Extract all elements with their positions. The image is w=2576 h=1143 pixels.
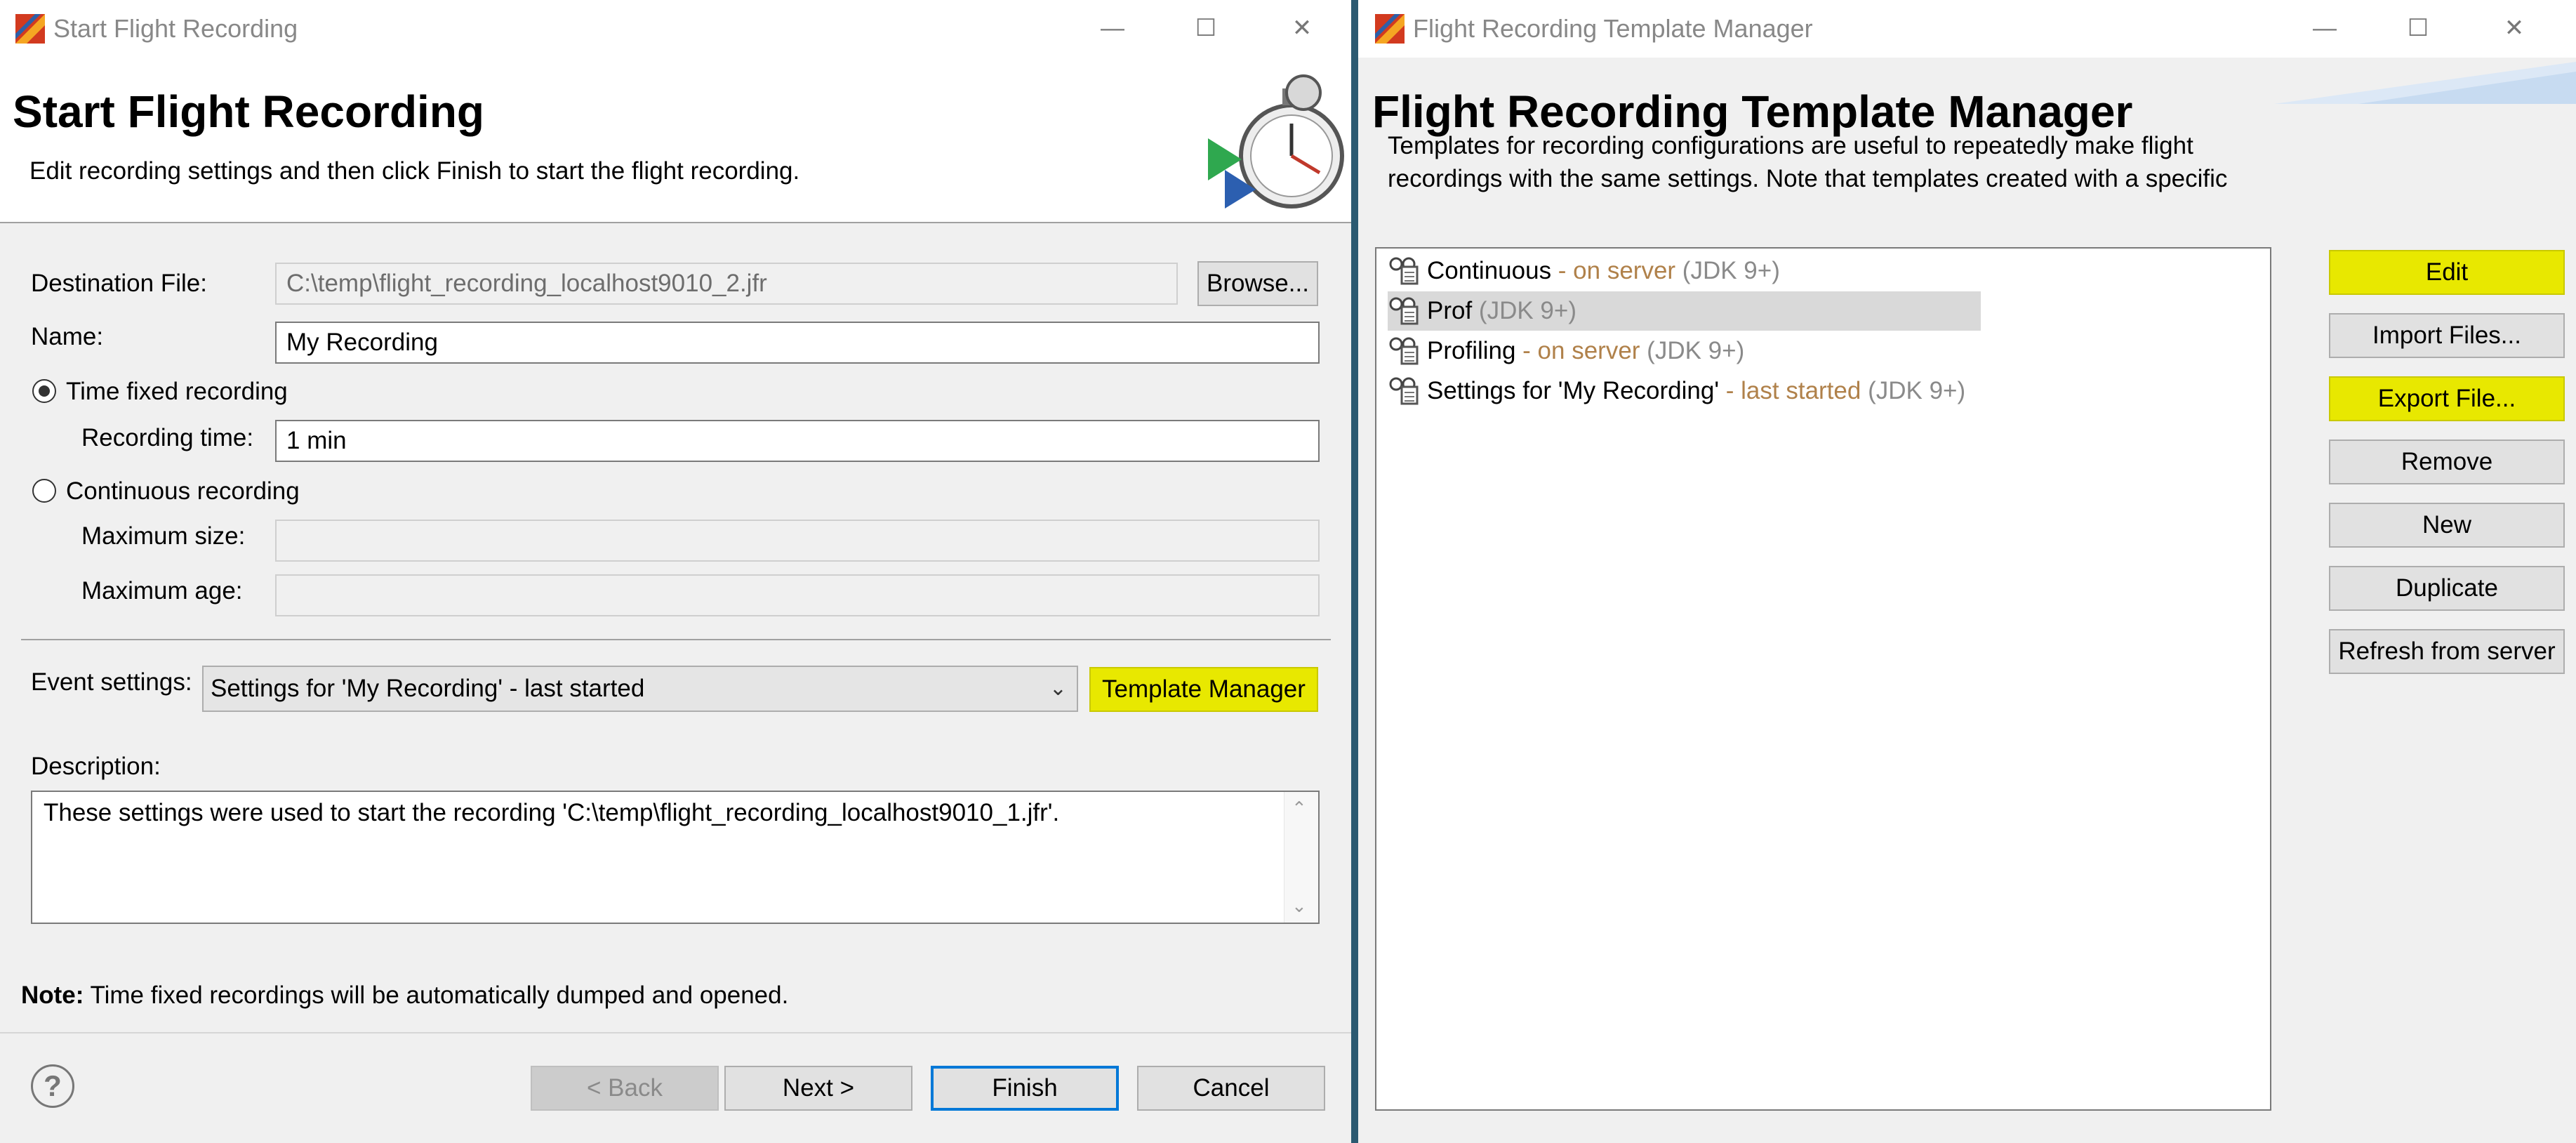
import-files-button[interactable]: Import Files... — [2329, 313, 2565, 358]
recording-time-input[interactable]: 1 min — [275, 420, 1320, 462]
template-jdk: (JDK 9+) — [1472, 297, 1576, 324]
app-icon — [1375, 14, 1405, 44]
continuous-label[interactable]: Continuous recording — [66, 477, 300, 506]
template-name: Profiling — [1427, 337, 1516, 364]
time-fixed-label[interactable]: Time fixed recording — [66, 378, 288, 406]
template-icon — [1389, 297, 1421, 325]
note-label: Note: — [21, 982, 84, 1009]
description-text: These settings were used to start the re… — [44, 799, 1060, 826]
window-title: Start Flight Recording — [53, 14, 298, 43]
name-label: Name: — [31, 323, 104, 350]
description-scrollbar[interactable]: ⌃ ⌄ — [1284, 792, 1318, 923]
template-row[interactable]: Continuous - on server (JDK 9+) — [1388, 251, 1981, 291]
remove-button[interactable]: Remove — [2329, 440, 2565, 484]
event-settings-label: Event settings: — [31, 668, 192, 696]
description-label: Description: — [31, 753, 161, 780]
start-flight-recording-window: Start Flight Recording — ☐ ✕ Start Fligh… — [0, 0, 1351, 1143]
recording-time-label: Recording time: — [81, 424, 254, 451]
back-button[interactable]: < Back — [531, 1066, 719, 1111]
destination-field: C:\temp\flight_recording_localhost9010_2… — [275, 263, 1178, 305]
template-status: - on server — [1515, 337, 1640, 364]
minimize-button[interactable]: — — [2300, 7, 2349, 49]
name-input[interactable]: My Recording — [275, 322, 1320, 364]
template-jdk: (JDK 9+) — [1675, 257, 1780, 284]
separator — [21, 639, 1331, 640]
template-row[interactable]: Settings for 'My Recording' - last start… — [1388, 371, 1981, 411]
time-fixed-radio[interactable] — [32, 379, 56, 403]
window-title: Flight Recording Template Manager — [1413, 14, 1813, 43]
template-row[interactable]: Prof (JDK 9+) — [1388, 291, 1981, 331]
export-file-button[interactable]: Export File... — [2329, 376, 2565, 421]
header-banner: Start Flight Recording Edit recording se… — [0, 58, 1351, 223]
template-list[interactable]: Continuous - on server (JDK 9+) Prof (JDK… — [1375, 247, 2271, 1111]
window-divider — [1351, 0, 1358, 1143]
app-icon — [15, 14, 45, 44]
template-label: Continuous - on server (JDK 9+) — [1427, 257, 1780, 285]
template-jdk: (JDK 9+) — [1640, 337, 1745, 364]
finish-button[interactable]: Finish — [931, 1066, 1119, 1111]
event-settings-value: Settings for 'My Recording' - last start… — [211, 675, 645, 702]
maximize-button[interactable]: ☐ — [2394, 7, 2443, 49]
minimize-button[interactable]: — — [1088, 7, 1137, 49]
title-bar: Flight Recording Template Manager — ☐ ✕ — [1358, 0, 2576, 58]
destination-label: Destination File: — [31, 270, 207, 297]
template-icon — [1389, 257, 1421, 285]
template-icon — [1389, 377, 1421, 405]
note-text: Note: Time fixed recordings will be auto… — [21, 982, 788, 1010]
help-icon[interactable]: ? — [31, 1064, 74, 1108]
template-row[interactable]: Profiling - on server (JDK 9+) — [1388, 331, 1981, 371]
title-bar: Start Flight Recording — ☐ ✕ — [0, 0, 1351, 58]
scroll-down-icon[interactable]: ⌄ — [1292, 895, 1307, 917]
description-textarea[interactable]: These settings were used to start the re… — [31, 791, 1320, 924]
template-name: Continuous — [1427, 257, 1552, 284]
maximum-age-label: Maximum age: — [81, 577, 243, 604]
continuous-radio[interactable] — [32, 479, 56, 503]
maximum-size-input — [275, 520, 1320, 562]
duplicate-button[interactable]: Duplicate — [2329, 566, 2565, 611]
template-name: Settings for 'My Recording' — [1427, 377, 1720, 404]
close-button[interactable]: ✕ — [2490, 7, 2539, 49]
page-description: Templates for recording configurations a… — [1388, 132, 2228, 192]
event-settings-select[interactable]: Settings for 'My Recording' - last start… — [202, 666, 1078, 712]
chevron-down-icon: ⌄ — [1049, 677, 1067, 700]
cancel-button[interactable]: Cancel — [1137, 1066, 1325, 1111]
refresh-from-server-button[interactable]: Refresh from server — [2329, 629, 2565, 674]
template-name: Prof — [1427, 297, 1473, 324]
template-jdk: (JDK 9+) — [1861, 377, 1966, 404]
browse-button[interactable]: Browse... — [1197, 261, 1318, 306]
footer-separator — [0, 1032, 1351, 1033]
maximize-button[interactable]: ☐ — [1181, 7, 1230, 49]
stopwatch-icon — [1208, 74, 1344, 209]
maximum-size-label: Maximum size: — [81, 522, 246, 550]
template-status: - on server — [1551, 257, 1676, 284]
template-manager-button[interactable]: Template Manager — [1089, 667, 1318, 712]
close-button[interactable]: ✕ — [1277, 7, 1327, 49]
template-icon — [1389, 337, 1421, 365]
page-title: Start Flight Recording — [13, 86, 484, 137]
next-button[interactable]: Next > — [724, 1066, 912, 1111]
screen: Start Flight Recording — ☐ ✕ Start Fligh… — [0, 0, 2576, 1143]
page-description: Edit recording settings and then click F… — [29, 157, 800, 185]
edit-button[interactable]: Edit — [2329, 250, 2565, 295]
template-label: Profiling - on server (JDK 9+) — [1427, 337, 1744, 365]
template-manager-window: Flight Recording Template Manager — ☐ ✕ … — [1358, 0, 2576, 1143]
new-button[interactable]: New — [2329, 503, 2565, 548]
maximum-age-input — [275, 574, 1320, 616]
header-banner: Flight Recording Template Manager Templa… — [1358, 58, 2576, 222]
template-label: Settings for 'My Recording' - last start… — [1427, 377, 1965, 405]
scroll-up-icon[interactable]: ⌃ — [1292, 798, 1307, 819]
template-status: - last started — [1719, 377, 1861, 404]
note-body: Time fixed recordings will be automatica… — [90, 982, 789, 1009]
template-label: Prof (JDK 9+) — [1427, 297, 1576, 325]
